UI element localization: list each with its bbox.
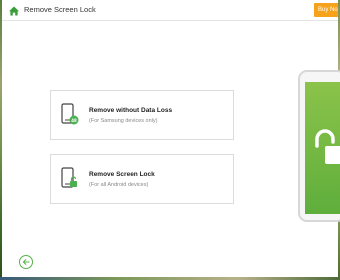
option-subtitle: (For Samsung devices only) xyxy=(89,118,158,124)
title-bar: Remove Screen Lock Buy No xyxy=(2,0,338,21)
phone-illustration xyxy=(298,70,340,222)
home-icon[interactable] xyxy=(8,4,20,16)
app-title: Remove Screen Lock xyxy=(24,5,96,14)
phone-screen xyxy=(305,82,340,214)
unlock-padlock-icon xyxy=(313,128,340,168)
svg-text:48: 48 xyxy=(71,118,77,123)
phone-data-icon: 48 xyxy=(61,103,79,127)
option-title: Remove without Data Loss xyxy=(89,107,173,114)
back-button[interactable] xyxy=(19,255,33,269)
option-subtitle: (For all Android devices) xyxy=(89,182,149,188)
phone-unlock-icon xyxy=(61,167,79,191)
option-title: Remove Screen Lock xyxy=(89,171,155,178)
buy-now-button[interactable]: Buy No xyxy=(314,3,338,17)
back-arrow-icon xyxy=(22,259,30,265)
desktop-edge-left xyxy=(0,0,2,280)
option-remove-screen-lock[interactable]: Remove Screen Lock (For all Android devi… xyxy=(50,154,234,204)
option-remove-without-data-loss[interactable]: 48 Remove without Data Loss (For Samsung… xyxy=(50,90,234,140)
